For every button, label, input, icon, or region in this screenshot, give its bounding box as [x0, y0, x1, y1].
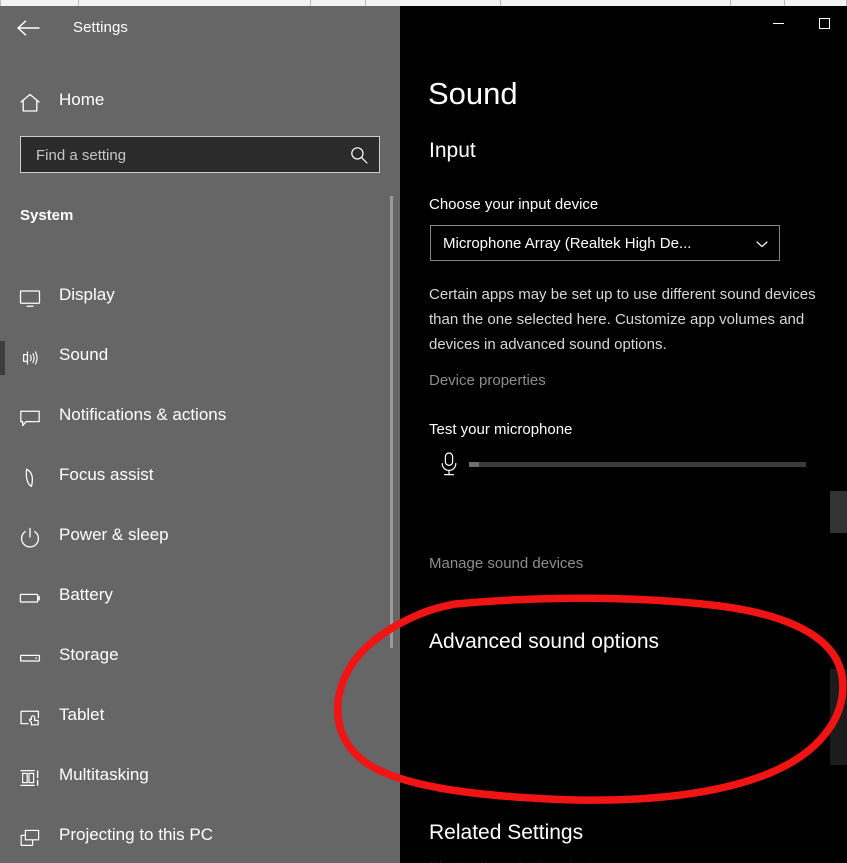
sidebar-item-storage-label: Storage [59, 645, 119, 665]
chat-bubble-icon [18, 406, 42, 430]
selection-indicator [0, 341, 5, 375]
advanced-sound-options-heading: Advanced sound options [429, 630, 659, 654]
sidebar-item-tablet-label: Tablet [59, 705, 104, 725]
maximize-button[interactable] [801, 6, 847, 40]
sidebar-item-focus-assist-label: Focus assist [59, 465, 153, 485]
sidebar-item-sound-label: Sound [59, 345, 108, 365]
back-arrow-icon [17, 20, 41, 36]
project-screen-icon [18, 826, 42, 850]
minimize-icon [773, 23, 784, 24]
sidebar-item-multitasking-label: Multitasking [59, 765, 149, 785]
chevron-down-icon [755, 237, 769, 251]
power-icon [18, 526, 42, 550]
settings-window-screenshot: Settings Home System [0, 0, 847, 863]
minimize-button[interactable] [755, 6, 801, 40]
sidebar-item-home[interactable]: Home [0, 84, 400, 122]
battery-icon [18, 586, 42, 610]
search-icon[interactable] [349, 145, 369, 165]
sidebar-item-storage[interactable]: Storage [0, 628, 400, 688]
maximize-icon [819, 18, 830, 29]
back-button[interactable] [12, 13, 46, 43]
speaker-icon [18, 346, 42, 370]
app-volume-device-preferences-card[interactable]: App volume and device preferences Custom… [830, 669, 847, 765]
microphone-level-meter [469, 462, 806, 467]
sidebar-nav-list: Display Sound [0, 268, 400, 863]
search-box[interactable] [20, 136, 380, 173]
sidebar-item-display-label: Display [59, 285, 115, 305]
sidebar-titlebar: Settings [0, 6, 400, 48]
sidebar-item-battery[interactable]: Battery [0, 568, 400, 628]
drive-icon [18, 646, 42, 670]
tablet-icon [18, 706, 42, 730]
input-section-heading: Input [429, 139, 476, 163]
sidebar-item-projecting[interactable]: Projecting to this PC [0, 808, 400, 863]
sidebar-scrollbar[interactable] [390, 196, 393, 648]
sidebar-item-sound[interactable]: Sound [0, 328, 400, 388]
related-settings-heading: Related Settings [429, 821, 583, 845]
microphone-icon [438, 451, 460, 479]
sidebar-item-notifications-label: Notifications & actions [59, 405, 226, 425]
troubleshoot-button[interactable]: Troubleshoot [830, 491, 847, 533]
sidebar-item-home-label: Home [59, 90, 104, 110]
search-input[interactable] [34, 137, 338, 174]
sidebar-item-power-sleep-label: Power & sleep [59, 525, 169, 545]
multitasking-icon [18, 766, 42, 790]
home-icon [18, 91, 42, 115]
input-description: Certain apps may be set up to use differ… [429, 282, 827, 357]
sidebar-item-power-sleep[interactable]: Power & sleep [0, 508, 400, 568]
window-title: Settings [73, 19, 128, 36]
moon-icon [18, 466, 42, 490]
test-microphone-label: Test your microphone [429, 421, 572, 438]
input-device-value: Microphone Array (Realtek High De... [443, 235, 691, 252]
settings-window: Settings Home System [0, 6, 847, 863]
sidebar-section-title: System [20, 207, 73, 224]
microphone-level-fill [469, 462, 479, 467]
device-properties-link[interactable]: Device properties [429, 372, 546, 389]
sidebar-item-battery-label: Battery [59, 585, 113, 605]
settings-content-pane: Sound Input Choose your input device Mic… [400, 6, 847, 863]
input-device-dropdown[interactable]: Microphone Array (Realtek High De... [430, 225, 780, 261]
related-settings-first-link[interactable]: Bluetooth and other devices [429, 858, 615, 863]
sidebar-item-tablet[interactable]: Tablet [0, 688, 400, 748]
window-controls [755, 6, 847, 40]
page-title: Sound [428, 76, 518, 112]
manage-sound-devices-link[interactable]: Manage sound devices [429, 555, 583, 572]
settings-sidebar: Settings Home System [0, 6, 400, 863]
sidebar-item-focus-assist[interactable]: Focus assist [0, 448, 400, 508]
sidebar-item-projecting-label: Projecting to this PC [59, 825, 213, 845]
sidebar-item-notifications[interactable]: Notifications & actions [0, 388, 400, 448]
monitor-icon [18, 286, 42, 310]
input-device-label: Choose your input device [429, 196, 598, 213]
sidebar-item-multitasking[interactable]: Multitasking [0, 748, 400, 808]
sidebar-item-display[interactable]: Display [0, 268, 400, 328]
microphone-level-row [429, 449, 829, 481]
